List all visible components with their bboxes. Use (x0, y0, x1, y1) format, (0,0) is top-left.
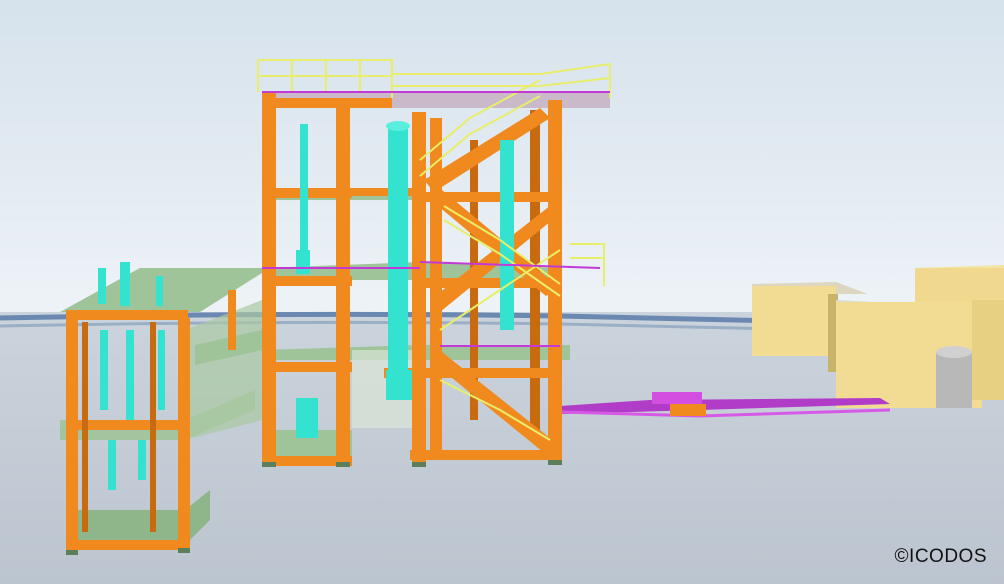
plant-3d-view: ©ICODOS (0, 0, 1004, 584)
copyright-watermark: ©ICODOS (894, 546, 987, 567)
plant-model-render (0, 0, 1004, 584)
